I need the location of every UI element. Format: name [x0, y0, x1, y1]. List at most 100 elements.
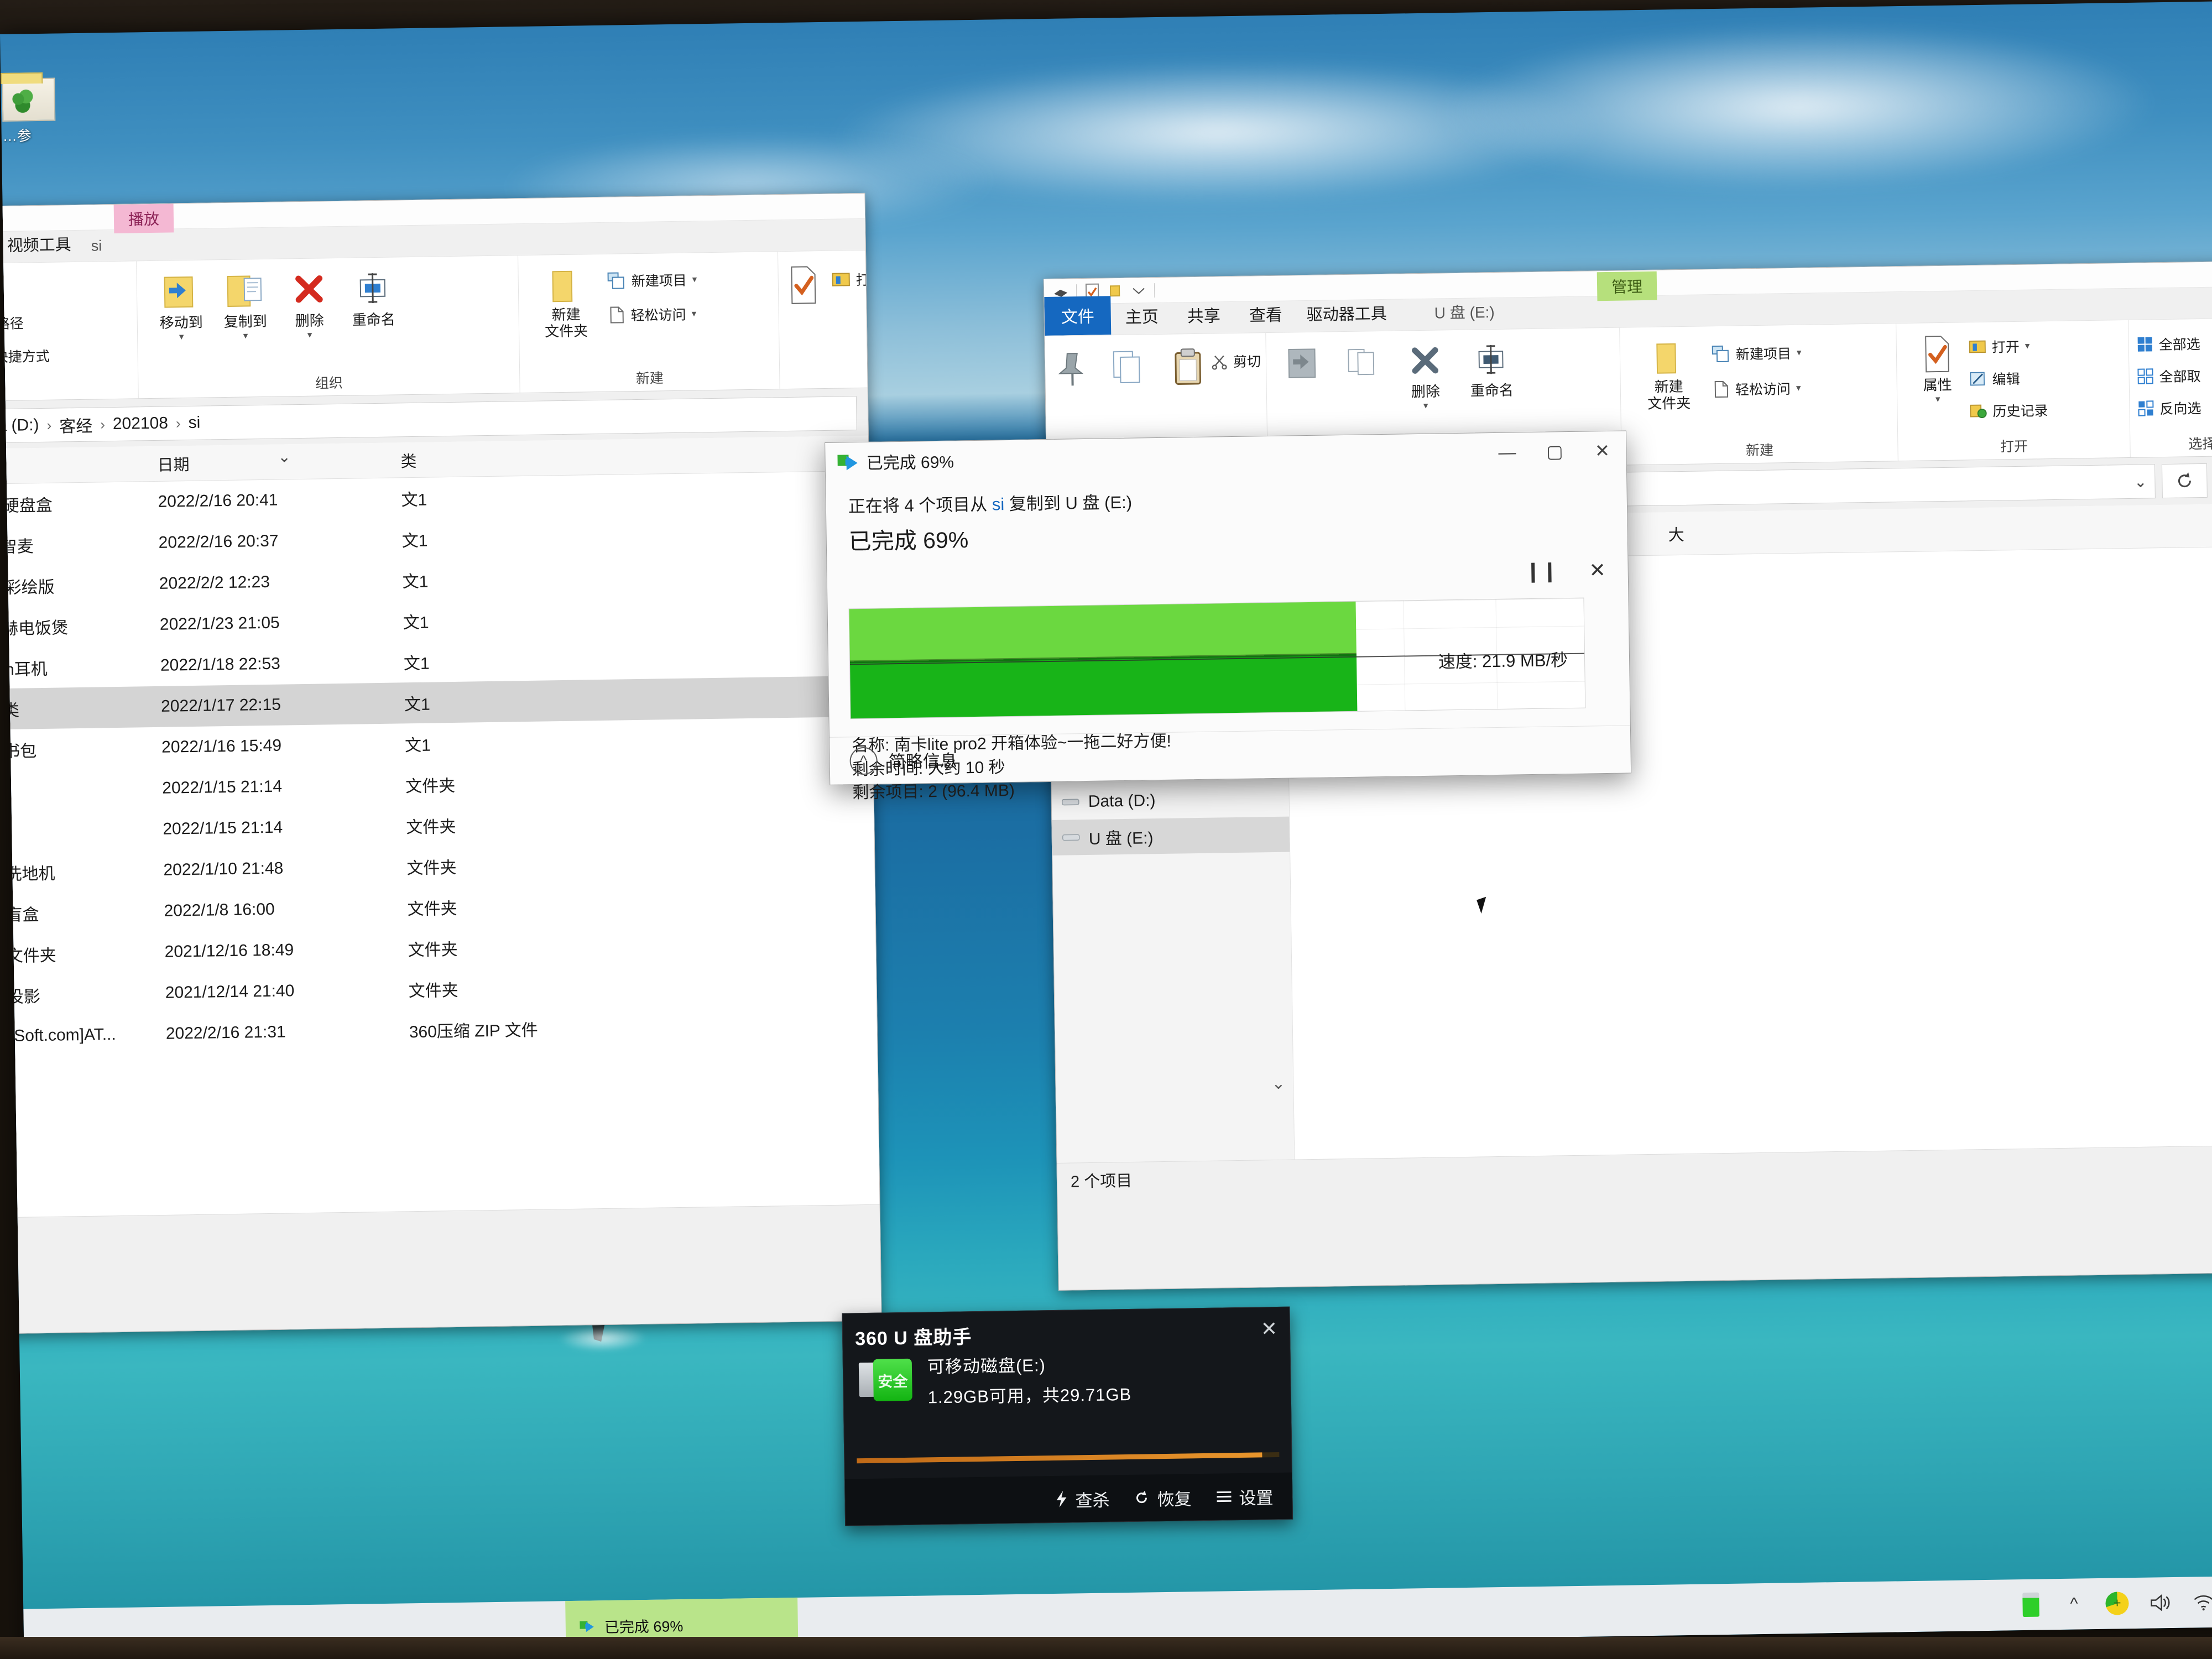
ribbon-group-organize: 移动到 ▾ 复制到 ▾ 删除 ▾ 重命名 组织 — [137, 255, 520, 399]
file-type: 文件夹 — [408, 981, 458, 1001]
chevron-down-icon[interactable]: ▾ — [2025, 341, 2030, 352]
chevron-down-icon[interactable]: ▾ — [243, 330, 248, 341]
chevron-down-icon[interactable]: ▾ — [179, 331, 184, 342]
tab-file[interactable]: 文件 — [1044, 296, 1112, 336]
move-to-icon — [1288, 348, 1316, 378]
select-none-button[interactable]: 全部取 — [2137, 366, 2201, 387]
safe-label: 安全 — [873, 1358, 912, 1401]
minimize-button[interactable]: — — [1483, 432, 1531, 472]
file-date: 2022/1/15 21:14 — [163, 818, 283, 838]
photograph-of-laptop-screen: …参 播放 主页 共享 查看 视频工具 si — [0, 0, 2212, 1659]
usb-icon[interactable] — [2018, 1592, 2043, 1618]
file-type: 文件夹 — [406, 858, 457, 878]
group-title-new: 新建 — [635, 371, 664, 387]
column-date[interactable]: 日期 — [150, 448, 394, 476]
refresh-button[interactable] — [2161, 463, 2208, 499]
cut-button[interactable]: 剪切 — [1211, 351, 1261, 371]
file-name: 宇宙书包 — [0, 742, 37, 761]
cancel-button[interactable]: ✕ — [1589, 559, 1606, 582]
edit-button[interactable]: 编辑 — [1969, 368, 2048, 389]
tab-home[interactable]: 主页 — [1110, 298, 1173, 335]
settings-action[interactable]: 设置 — [1215, 1484, 1274, 1510]
file-rows[interactable]: orico硬盘盒 2022/2/16 20:41 文1 赛缤智麦 2022/2/16 2… — [0, 471, 877, 1058]
chevron-down-icon[interactable]: ⌄ — [2134, 472, 2147, 491]
invert-selection-button[interactable]: 反向选 — [2137, 398, 2201, 419]
tab-share[interactable]: 共享 — [1172, 296, 1235, 334]
ribbon-home[interactable]: 制 粘贴 剪切 — [0, 249, 882, 404]
rename-button[interactable]: 重命名 — [342, 268, 404, 340]
column-type[interactable]: 类 — [394, 448, 417, 472]
transfer-controls[interactable]: ❙❙ ✕ — [1525, 559, 1606, 583]
maximize-button[interactable]: ▢ — [1531, 432, 1579, 471]
chevron-down-icon[interactable]: ▾ — [1423, 400, 1428, 411]
breadcrumb-data-d[interactable]: Data (D:) — [0, 416, 39, 436]
rename-button[interactable]: 重命名 — [1461, 340, 1523, 411]
wifi-icon[interactable] — [2191, 1590, 2212, 1615]
chevron-down-icon[interactable]: ▾ — [1936, 394, 1940, 405]
close-icon[interactable]: ✕ — [1261, 1317, 1278, 1340]
scan-action[interactable]: 查杀 — [1054, 1486, 1110, 1511]
column-size[interactable]: 大 — [1661, 521, 1684, 545]
new-folder-button[interactable]: 新建 文件夹 — [535, 267, 597, 340]
pause-button[interactable]: ❙❙ — [1525, 559, 1558, 583]
copy-to-button[interactable] — [1336, 342, 1390, 413]
breadcrumb-202108[interactable]: 202108 — [113, 414, 169, 434]
dropdown-arrow-icon[interactable] — [1131, 283, 1146, 298]
new-folder-button[interactable]: 新建 文件夹 — [1638, 338, 1700, 412]
chevron-up-icon[interactable]: ^ — [849, 747, 878, 775]
copy-path-button[interactable]: ₩ 复制路径 — [0, 312, 49, 334]
move-to-button[interactable]: 移动到 ▾ — [150, 271, 212, 343]
group-title-open: 打开 — [2000, 439, 2028, 455]
chevron-down-icon[interactable]: ▾ — [692, 308, 697, 319]
copy-progress-dialog[interactable]: 已完成 69% — ▢ ✕ 正在将 4 个项目从 si 复制到 U 盘 (E:)… — [825, 430, 1632, 802]
restore-action[interactable]: 恢复 — [1134, 1485, 1192, 1511]
delete-button[interactable]: 删除 ▾ — [1395, 341, 1457, 412]
close-button[interactable]: ✕ — [1578, 431, 1626, 470]
copy-to-button[interactable]: 复制到 ▾ — [214, 270, 276, 342]
open-button[interactable]: 打开 ▾ — [1969, 336, 2048, 357]
disk-capacity: 1.29GB可用，共29.71GB — [927, 1384, 1132, 1407]
pin-icon — [1058, 353, 1084, 386]
nav-item[interactable]: U 盘 (E:) — [1052, 816, 1290, 855]
explorer-window-source[interactable]: 播放 主页 共享 查看 视频工具 si 制 — [0, 192, 882, 1337]
restore-icon — [1136, 1490, 1147, 1504]
select-all-button[interactable]: 全部选 — [2136, 333, 2200, 354]
chevron-up-icon[interactable]: ^ — [2062, 1592, 2086, 1616]
open-label: 打开 — [1991, 339, 2020, 356]
context-tab-play[interactable]: 播放 — [113, 204, 174, 233]
delete-button[interactable]: 删除 ▾ — [278, 269, 340, 341]
cut-button[interactable]: 剪切 — [0, 279, 49, 301]
volume-icon[interactable] — [2148, 1590, 2173, 1615]
chevron-down-icon[interactable]: ▾ — [1797, 347, 1802, 358]
paste-shortcut-label: 粘贴快捷方式 — [0, 348, 50, 366]
chevron-down-icon[interactable]: ▾ — [692, 274, 697, 285]
tab-view[interactable]: 查看 — [1234, 295, 1297, 333]
scroll-down-arrow[interactable]: ⌄ — [1271, 1074, 1286, 1093]
easy-access-button[interactable]: 轻松访问 ▾ — [607, 304, 697, 325]
360-icon[interactable]: + — [2105, 1591, 2130, 1616]
system-tray[interactable]: ^ + — [2018, 1589, 2212, 1618]
file-list-pane[interactable]: 名称 日期 类 ⌄ orico硬盘盒 2022/2/16 20:41 文1 赛缤智麦 2… — [0, 435, 880, 1219]
popup-actions[interactable]: 查杀 恢复 设置 — [844, 1472, 1293, 1526]
breadcrumb-si[interactable]: si — [188, 414, 200, 432]
move-to-button[interactable] — [1277, 343, 1332, 413]
breadcrumb-kejing[interactable]: 客经 — [59, 413, 93, 437]
easy-access-button[interactable]: 轻松访问 ▾ — [1712, 378, 1802, 399]
new-item-button[interactable]: 新建项目 ▾ — [607, 269, 697, 290]
move-to-label: 移动到 — [159, 314, 203, 331]
context-group-label-video-tools: 视频工具 — [7, 236, 71, 255]
file-name: 街机盲盒 — [0, 906, 39, 925]
context-tab-manage[interactable]: 管理 — [1597, 271, 1657, 301]
desktop-icon[interactable]: …参 — [2, 77, 75, 145]
column-name[interactable]: 名称 — [0, 452, 151, 479]
u-disk-assistant-popup[interactable]: 360 U 盘助手 ✕ 安全 可移动磁盘(E:) 1.29GB可用，共29.71… — [842, 1306, 1293, 1526]
properties-button[interactable]: 属性 ▾ — [1906, 333, 1968, 405]
file-name: 2021 — [0, 781, 8, 800]
chevron-down-icon[interactable]: ▾ — [307, 330, 312, 341]
paste-shortcut-button[interactable]: 粘贴快捷方式 — [0, 346, 50, 367]
new-item-button[interactable]: 新建项目 ▾ — [1712, 343, 1802, 364]
chevron-down-icon[interactable]: ▾ — [1796, 383, 1801, 394]
history-label: 历史记录 — [1992, 403, 2048, 420]
history-button[interactable]: 历史记录 — [1969, 400, 2048, 421]
file-name: 新建文件夹 — [0, 946, 56, 966]
